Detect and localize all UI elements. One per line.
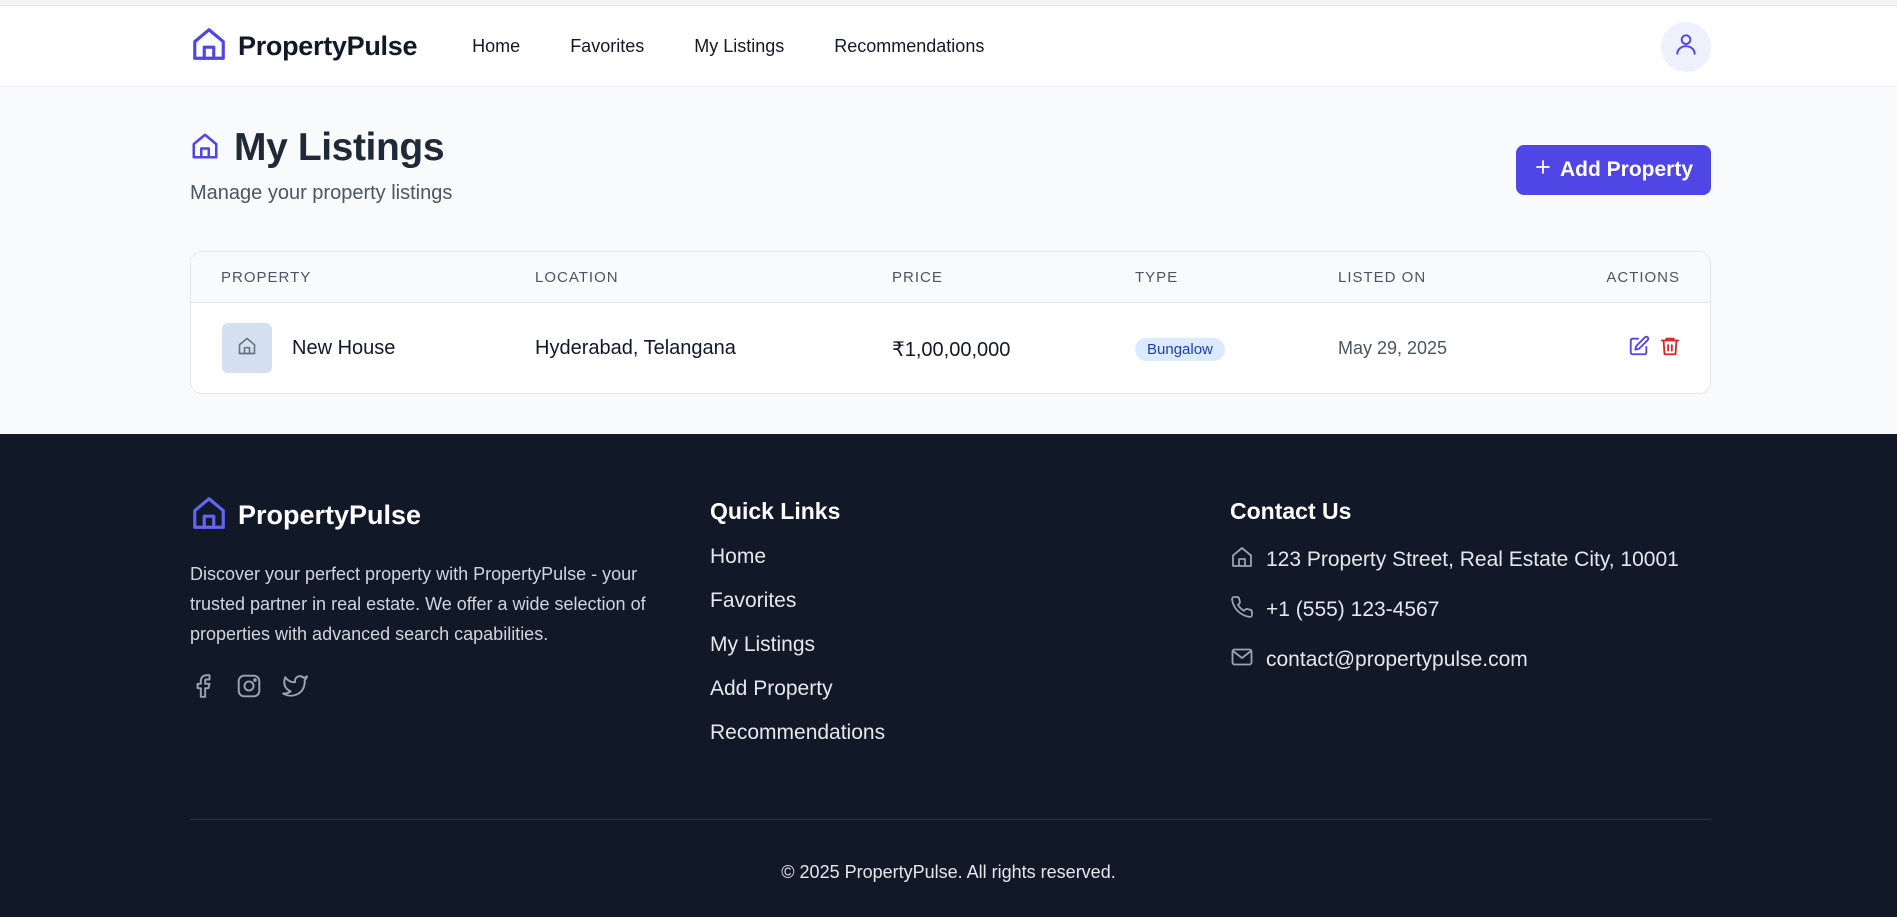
column-header-type: TYPE xyxy=(1135,269,1179,286)
footer-link-my-listings[interactable]: My Listings xyxy=(710,633,885,657)
column-header-actions: ACTIONS xyxy=(1606,269,1680,286)
footer-contact: Contact Us 123 Property Street, Real Est… xyxy=(1230,494,1679,675)
contact-heading: Contact Us xyxy=(1230,498,1352,524)
nav-favorites[interactable]: Favorites xyxy=(570,36,644,57)
contact-email: contact@propertypulse.com xyxy=(1230,645,1679,675)
property-listed-date: May 29, 2025 xyxy=(1338,338,1448,358)
column-header-price: PRICE xyxy=(892,269,943,286)
facebook-icon[interactable] xyxy=(190,673,216,699)
house-icon xyxy=(190,131,220,166)
instagram-icon[interactable] xyxy=(236,673,262,699)
plus-icon xyxy=(1534,158,1552,182)
property-name: New House xyxy=(292,337,396,359)
footer-link-recommendations[interactable]: Recommendations xyxy=(710,721,885,745)
page-subtitle: Manage your property listings xyxy=(190,182,453,204)
house-icon xyxy=(237,336,257,361)
footer-quick-links: Quick Links Home Favorites My Listings A… xyxy=(710,494,885,745)
contact-address: 123 Property Street, Real Estate City, 1… xyxy=(1230,545,1679,575)
column-header-listed-on: LISTED ON xyxy=(1338,269,1427,286)
main-nav: Home Favorites My Listings Recommendatio… xyxy=(472,36,1034,57)
contact-phone-text: +1 (555) 123-4567 xyxy=(1266,598,1440,621)
user-avatar-button[interactable] xyxy=(1661,21,1711,72)
nav-recommendations[interactable]: Recommendations xyxy=(834,36,984,57)
contact-phone: +1 (555) 123-4567 xyxy=(1230,595,1679,625)
nav-home[interactable]: Home xyxy=(472,36,520,57)
property-location: Hyderabad, Telangana xyxy=(535,337,736,359)
page-header: My Listings Manage your property listing… xyxy=(190,126,452,205)
contact-email-text[interactable]: contact@propertypulse.com xyxy=(1266,648,1528,672)
edit-icon[interactable] xyxy=(1628,335,1650,362)
footer-about: PropertyPulse Discover your perfect prop… xyxy=(190,494,680,699)
brand-logo-link[interactable]: PropertyPulse xyxy=(190,25,417,68)
brand-name: PropertyPulse xyxy=(238,31,418,61)
column-header-location: LOCATION xyxy=(535,269,619,286)
main-content: My Listings Manage your property listing… xyxy=(0,87,1897,434)
social-links xyxy=(190,673,680,699)
footer-link-favorites[interactable]: Favorites xyxy=(710,589,885,613)
page-title: My Listings xyxy=(234,126,445,169)
listings-table: PROPERTY LOCATION PRICE TYPE LISTED ON A… xyxy=(190,251,1711,394)
contact-address-text: 123 Property Street, Real Estate City, 1… xyxy=(1266,548,1679,571)
site-footer: PropertyPulse Discover your perfect prop… xyxy=(0,434,1897,917)
footer-link-add-property[interactable]: Add Property xyxy=(710,677,885,701)
table-header: PROPERTY LOCATION PRICE TYPE LISTED ON A… xyxy=(191,252,1710,303)
user-icon xyxy=(1673,31,1699,62)
footer-link-home[interactable]: Home xyxy=(710,545,885,569)
add-property-label: Add Property xyxy=(1559,158,1693,181)
property-price: ₹1,00,00,000 xyxy=(892,339,1011,361)
house-icon xyxy=(1230,545,1254,575)
table-row[interactable]: New House Hyderabad, Telangana ₹1,00,00,… xyxy=(191,303,1710,393)
mail-icon xyxy=(1230,645,1254,675)
footer-brand-name: PropertyPulse xyxy=(238,500,422,530)
column-header-property: PROPERTY xyxy=(221,269,312,286)
property-type-badge: Bungalow xyxy=(1135,338,1225,361)
twitter-icon[interactable] xyxy=(282,673,308,699)
footer-divider xyxy=(190,819,1711,820)
phone-icon xyxy=(1230,595,1254,625)
trash-icon[interactable] xyxy=(1659,335,1681,362)
navbar: PropertyPulse Home Favorites My Listings… xyxy=(0,6,1897,87)
footer-description: Discover your perfect property with Prop… xyxy=(190,564,646,644)
house-logo-icon xyxy=(190,494,228,537)
nav-my-listings[interactable]: My Listings xyxy=(694,36,784,57)
add-property-button[interactable]: Add Property xyxy=(1516,145,1711,195)
quick-links-heading: Quick Links xyxy=(710,498,841,524)
house-logo-icon xyxy=(190,25,228,68)
copyright-text: © 2025 PropertyPulse. All rights reserve… xyxy=(781,862,1116,882)
property-thumbnail xyxy=(222,323,272,373)
